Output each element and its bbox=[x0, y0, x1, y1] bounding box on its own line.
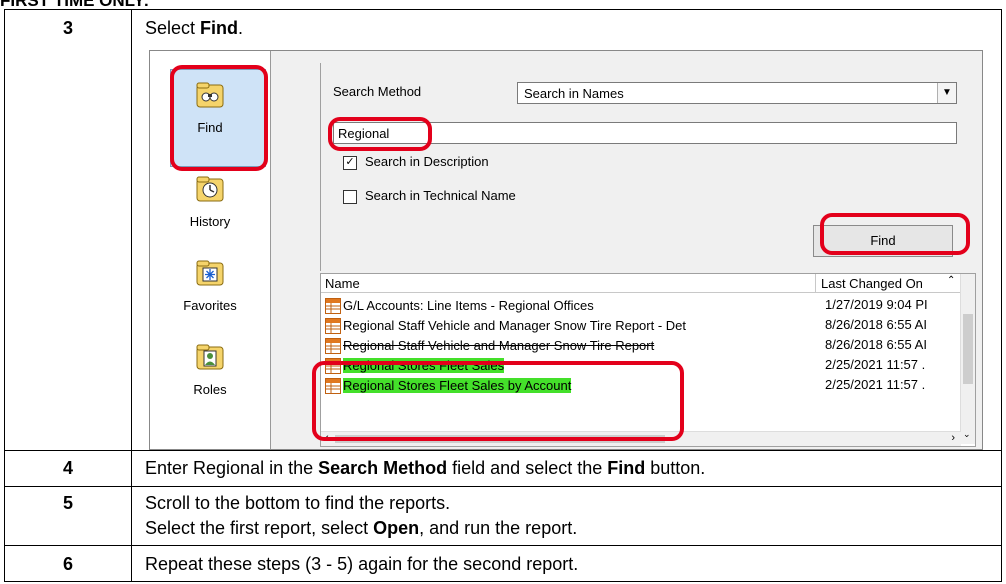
row-divider bbox=[5, 486, 1001, 487]
scrollbar-thumb[interactable] bbox=[963, 314, 973, 384]
report-icon bbox=[325, 337, 341, 354]
person-folder-icon bbox=[196, 344, 224, 370]
instruction-table: 3 Select Find. 4 Enter Regional in the S… bbox=[4, 9, 1002, 582]
chevron-right-icon[interactable]: › bbox=[951, 432, 955, 444]
step-number: 3 bbox=[62, 18, 73, 38]
search-method-label: Search Method bbox=[333, 84, 422, 99]
row-date: 8/26/2018 6:55 AI bbox=[825, 337, 927, 352]
callout-find-sidebar bbox=[170, 65, 268, 171]
row-date: 2/25/2021 11:57 . bbox=[825, 357, 926, 372]
row-date: 8/26/2018 6:55 AI bbox=[825, 317, 927, 332]
search-method-value: Search in Names bbox=[524, 86, 624, 101]
chevron-down-icon[interactable]: ▼ bbox=[937, 83, 956, 103]
sidebar-item-roles[interactable]: Roles bbox=[150, 341, 270, 397]
report-icon bbox=[325, 297, 341, 314]
embedded-screenshot: Find History Favorites Roles Search Meth… bbox=[149, 50, 983, 450]
sidebar-item-label: History bbox=[189, 214, 231, 229]
search-method-select[interactable]: Search in Names ▼ bbox=[517, 82, 957, 104]
step-text: Scroll to the bottom to find the reports… bbox=[145, 493, 451, 513]
step-text: Select the first report, select Open, an… bbox=[145, 518, 578, 538]
step-number: 4 bbox=[62, 458, 73, 478]
callout-query bbox=[328, 117, 432, 151]
sidebar-item-label: Favorites bbox=[183, 298, 237, 313]
sidebar-item-history[interactable]: History bbox=[150, 173, 270, 229]
callout-results bbox=[312, 361, 684, 441]
search-technical-checkbox[interactable] bbox=[343, 190, 357, 204]
row-date: 1/27/2019 9:04 PI bbox=[825, 297, 928, 312]
step-text: Enter Regional in the Search Method fiel… bbox=[145, 458, 706, 478]
row-date: 2/25/2021 11:57 . bbox=[825, 377, 926, 392]
row-name: Regional Staff Vehicle and Manager Snow … bbox=[343, 318, 687, 334]
column-header-name[interactable]: Name bbox=[325, 276, 360, 291]
vertical-scrollbar[interactable]: ⌄ bbox=[960, 274, 975, 444]
search-description-label: Search in Description bbox=[365, 154, 489, 169]
search-description-checkbox[interactable]: ✓ bbox=[343, 156, 357, 170]
search-technical-label: Search in Technical Name bbox=[365, 188, 516, 203]
clock-folder-icon bbox=[196, 176, 224, 202]
column-divider bbox=[131, 10, 132, 581]
step-number: 6 bbox=[62, 554, 73, 574]
column-header-last-changed[interactable]: Last Changed On bbox=[821, 276, 923, 291]
star-folder-icon bbox=[196, 260, 224, 286]
table-row[interactable]: G/L Accounts: Line Items - Regional Offi… bbox=[325, 297, 928, 317]
row-name: G/L Accounts: Line Items - Regional Offi… bbox=[343, 298, 594, 314]
results-header: Name Last Changed On ⌃ bbox=[321, 274, 961, 293]
chevron-up-icon: ⌃ bbox=[947, 275, 956, 286]
callout-find-button bbox=[820, 213, 970, 255]
table-row[interactable]: Regional Staff Vehicle and Manager Snow … bbox=[325, 337, 927, 357]
row-divider bbox=[5, 545, 1001, 546]
sidebar-item-label: Roles bbox=[193, 382, 227, 397]
report-icon bbox=[325, 317, 341, 334]
column-divider bbox=[815, 274, 816, 292]
row-name: Regional Staff Vehicle and Manager Snow … bbox=[343, 338, 655, 354]
step-text: Repeat these steps (3 - 5) again for the… bbox=[145, 554, 579, 574]
row-divider bbox=[5, 450, 1001, 451]
step-number: 5 bbox=[62, 493, 73, 513]
step-text: Select Find. bbox=[145, 18, 244, 38]
chevron-down-icon[interactable]: ⌄ bbox=[963, 429, 971, 440]
sidebar-item-favorites[interactable]: Favorites bbox=[150, 257, 270, 313]
table-row[interactable]: Regional Staff Vehicle and Manager Snow … bbox=[325, 317, 927, 337]
